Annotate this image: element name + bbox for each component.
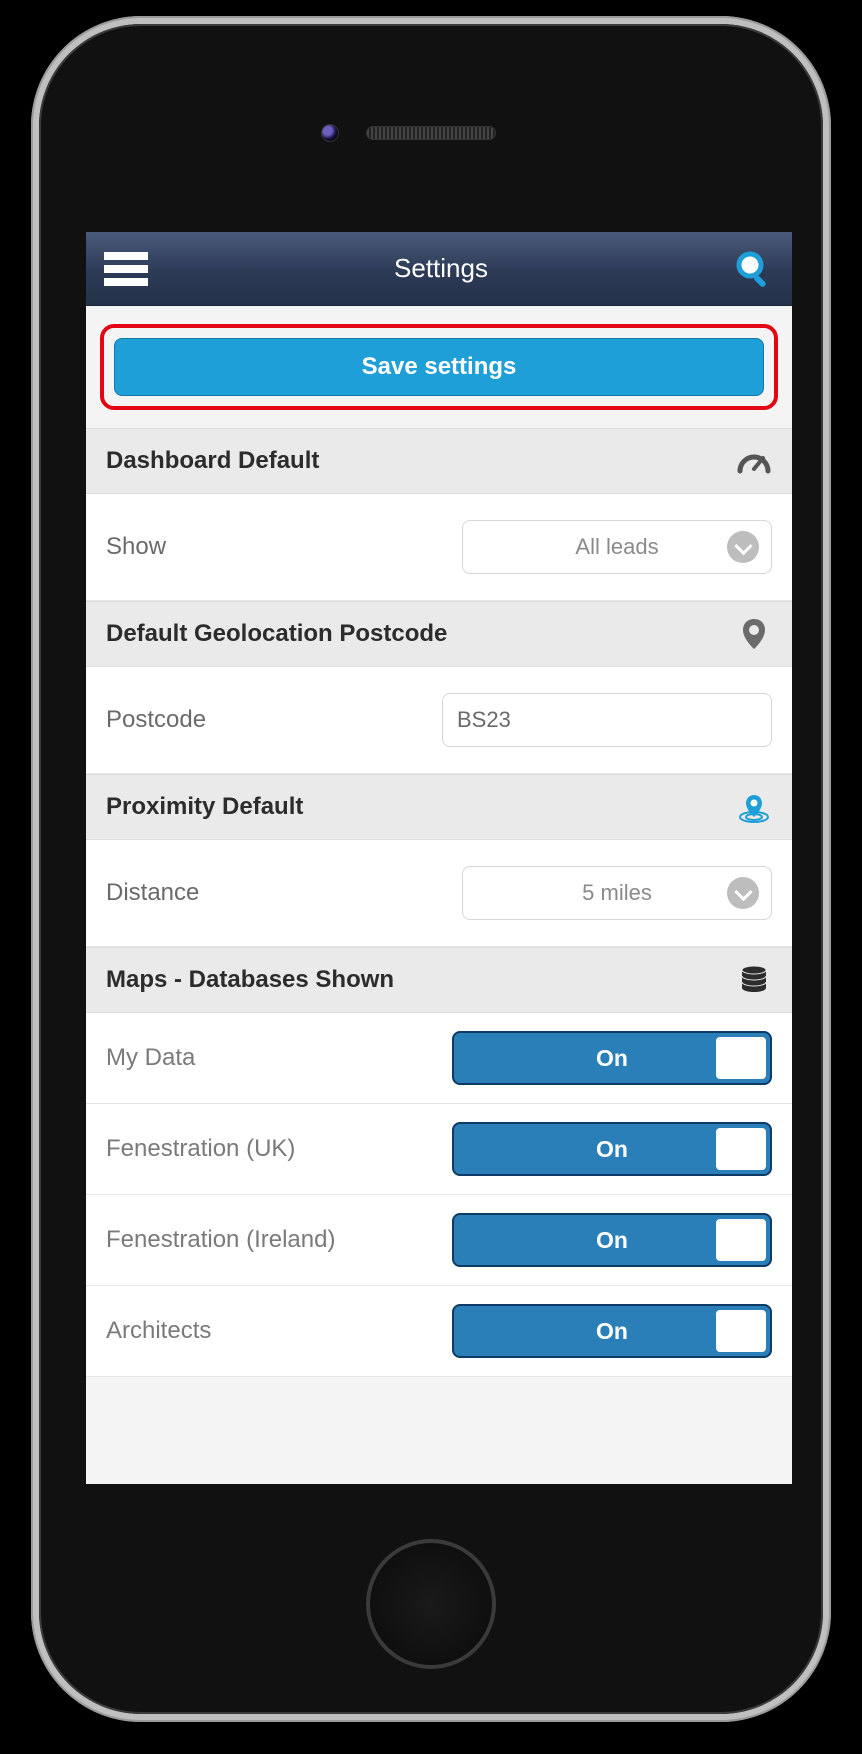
location-radius-icon — [736, 789, 772, 825]
phone-earpiece — [366, 126, 496, 140]
toggle-knob — [716, 1037, 766, 1079]
distance-select-value: 5 miles — [582, 880, 652, 906]
phone-home-button[interactable] — [366, 1539, 496, 1669]
toggle-row-architects: Architects On — [86, 1286, 792, 1377]
toggle-row-fenestration-ireland: Fenestration (Ireland) On — [86, 1195, 792, 1286]
postcode-label: Postcode — [106, 706, 206, 734]
app-screen: Settings Save settings Dashboard Default — [86, 232, 792, 1484]
toggle-label: Fenestration (Ireland) — [106, 1226, 335, 1254]
toggle-fenestration-uk[interactable]: On — [452, 1122, 772, 1176]
app-header: Settings — [86, 232, 792, 306]
show-select-value: All leads — [575, 534, 658, 560]
section-title: Proximity Default — [106, 793, 303, 821]
toggle-label: My Data — [106, 1044, 195, 1072]
database-icon — [736, 962, 772, 998]
show-label: Show — [106, 533, 166, 561]
toggle-architects[interactable]: On — [452, 1304, 772, 1358]
toggle-my-data[interactable]: On — [452, 1031, 772, 1085]
toggle-fenestration-ireland[interactable]: On — [452, 1213, 772, 1267]
section-title: Default Geolocation Postcode — [106, 620, 447, 648]
menu-icon[interactable] — [104, 252, 148, 286]
toggle-knob — [716, 1219, 766, 1261]
toggle-knob — [716, 1310, 766, 1352]
row-postcode: Postcode — [86, 667, 792, 774]
chevron-down-icon — [727, 877, 759, 909]
distance-select[interactable]: 5 miles — [462, 866, 772, 920]
toggle-state: On — [596, 1227, 628, 1254]
phone-frame: Settings Save settings Dashboard Default — [31, 16, 831, 1722]
save-settings-highlight: Save settings — [100, 324, 778, 410]
pin-icon — [736, 616, 772, 652]
distance-label: Distance — [106, 879, 199, 907]
section-header-proximity: Proximity Default — [86, 774, 792, 840]
row-distance: Distance 5 miles — [86, 840, 792, 947]
page-title: Settings — [394, 253, 488, 284]
toggle-state: On — [596, 1136, 628, 1163]
postcode-input[interactable] — [442, 693, 772, 747]
row-show: Show All leads — [86, 494, 792, 601]
toggle-row-my-data: My Data On — [86, 1013, 792, 1104]
section-title: Dashboard Default — [106, 447, 319, 475]
toggle-state: On — [596, 1045, 628, 1072]
toggle-row-fenestration-uk: Fenestration (UK) On — [86, 1104, 792, 1195]
toggle-label: Fenestration (UK) — [106, 1135, 295, 1163]
section-header-maps: Maps - Databases Shown — [86, 947, 792, 1013]
gauge-icon — [736, 443, 772, 479]
toggle-label: Architects — [106, 1317, 211, 1345]
toggle-state: On — [596, 1318, 628, 1345]
search-icon[interactable] — [734, 249, 774, 289]
chevron-down-icon — [727, 531, 759, 563]
show-select[interactable]: All leads — [462, 520, 772, 574]
toggle-knob — [716, 1128, 766, 1170]
section-title: Maps - Databases Shown — [106, 966, 394, 994]
section-header-dashboard: Dashboard Default — [86, 428, 792, 494]
section-header-geolocation: Default Geolocation Postcode — [86, 601, 792, 667]
save-settings-button[interactable]: Save settings — [114, 338, 764, 396]
phone-camera — [321, 124, 339, 142]
